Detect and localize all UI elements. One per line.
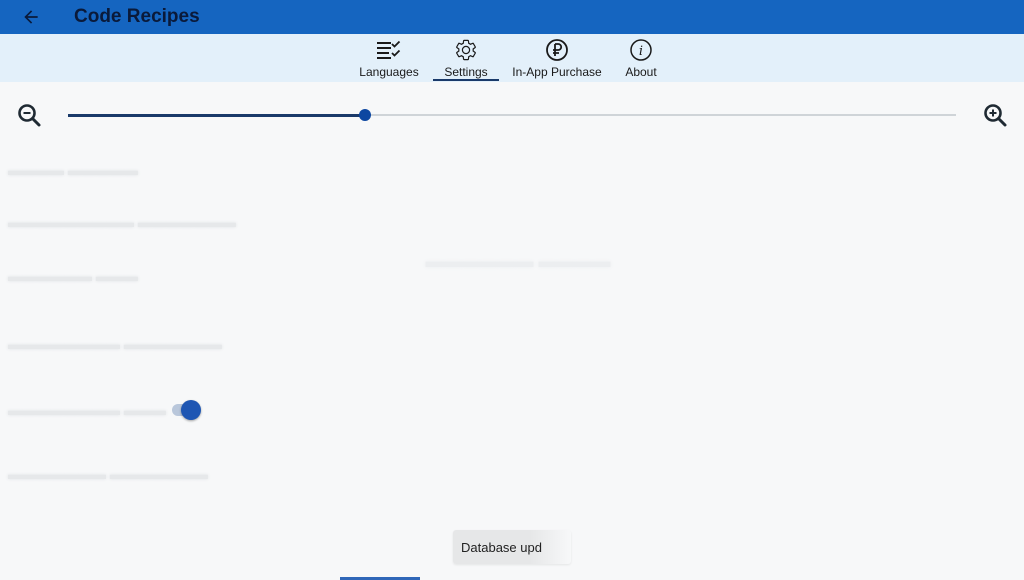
setting-row-faded: ▬▬▬▬▬▬▬▬ ▬▬▬▬▬▬▬ xyxy=(8,336,222,352)
tab-languages[interactable]: Languages xyxy=(357,34,421,79)
setting-row-faded: ▬▬▬▬▬▬▬ ▬▬▬▬▬▬▬ xyxy=(8,466,208,482)
back-button[interactable] xyxy=(16,2,46,32)
tab-bar: Languages Settings In-App Purchase i Abo… xyxy=(0,34,1024,82)
app-bar: Code Recipes xyxy=(0,0,1024,34)
setting-row-faded: ▬▬▬▬ ▬▬▬▬▬ xyxy=(8,162,138,178)
arrow-back-icon xyxy=(24,10,38,24)
svg-text:i: i xyxy=(639,44,643,59)
toast-message: Database upd xyxy=(453,530,571,564)
tab-settings-label: Settings xyxy=(444,65,488,79)
setting-row-faded: ▬▬▬▬▬▬ ▬▬▬ xyxy=(8,268,138,284)
tab-languages-label: Languages xyxy=(359,65,419,79)
zoom-slider-fill xyxy=(68,113,365,117)
zoom-in-button[interactable] xyxy=(982,102,1008,128)
settings-toggle[interactable] xyxy=(170,400,204,420)
tab-in-app-purchase[interactable]: In-App Purchase xyxy=(511,34,603,79)
ruble-coin-icon xyxy=(544,37,570,62)
setting-row-faded: ▬▬▬▬▬▬▬▬ ▬▬▬ xyxy=(8,402,166,418)
zoom-in-icon xyxy=(984,104,1007,127)
faded-button: ▬▬▬▬▬▬ ▬▬▬▬ xyxy=(425,250,611,271)
tab-settings[interactable]: Settings xyxy=(433,34,499,81)
zoom-row xyxy=(0,96,1024,132)
setting-row-faded: ▬▬▬▬▬▬▬▬▬ ▬▬▬▬▬▬▬ xyxy=(8,214,236,230)
gear-icon xyxy=(453,37,479,62)
zoom-out-icon xyxy=(18,104,41,127)
active-tab-indicator xyxy=(433,79,499,81)
toggle-knob xyxy=(181,400,201,420)
info-icon: i xyxy=(628,37,654,62)
zoom-slider-thumb[interactable] xyxy=(358,109,371,121)
tab-about-label: About xyxy=(625,65,657,79)
tab-in-app-purchase-label: In-App Purchase xyxy=(512,65,602,79)
list-check-icon xyxy=(376,37,402,62)
app-title: Code Recipes xyxy=(74,6,200,27)
zoom-out-button[interactable] xyxy=(16,102,42,128)
tab-about[interactable]: i About xyxy=(615,34,667,79)
zoom-slider[interactable] xyxy=(68,109,956,121)
